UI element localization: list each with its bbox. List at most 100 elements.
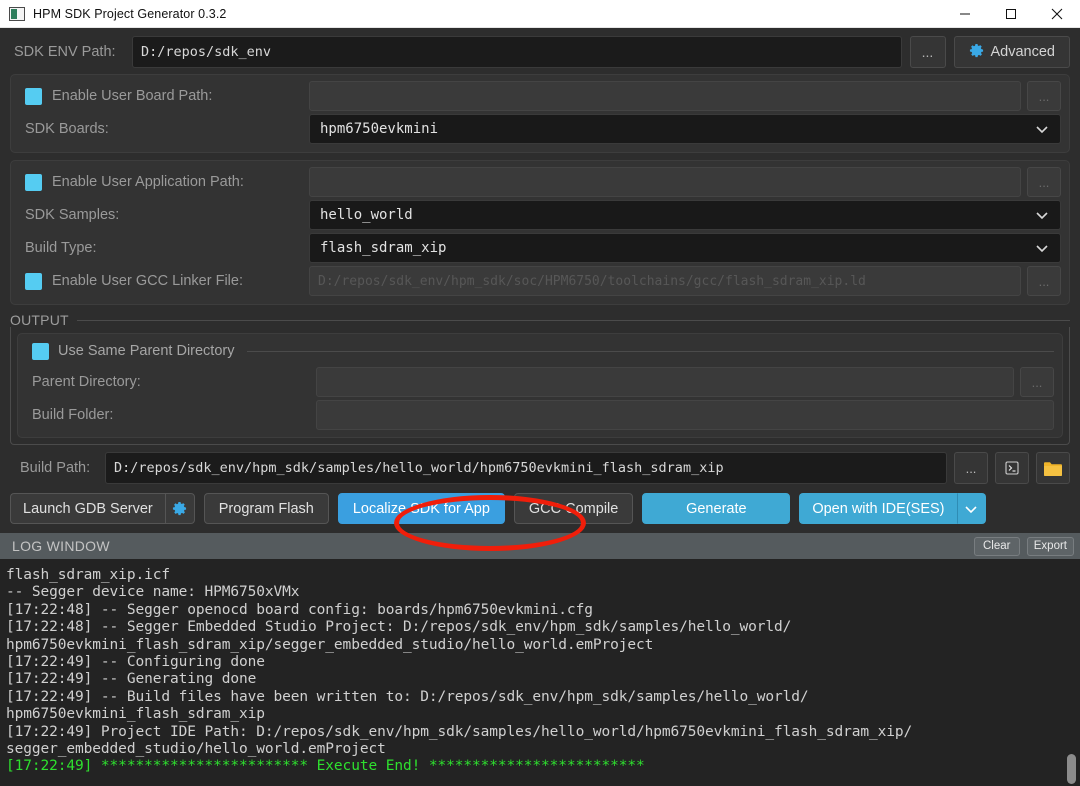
build-type-select[interactable]: flash_sdram_xip — [309, 233, 1061, 263]
launch-gdb-server-button[interactable]: Launch GDB Server — [10, 493, 165, 524]
build-path-label: Build Path: — [20, 460, 91, 476]
sdk-env-path-browse-button[interactable]: ... — [909, 36, 946, 68]
sdk-boards-label: SDK Boards: — [25, 121, 109, 137]
user-application-path-browse-button[interactable]: ... — [1027, 167, 1061, 197]
enable-user-application-path-control: ... — [309, 167, 1061, 197]
build-folder-input[interactable] — [316, 400, 1054, 430]
program-flash-button[interactable]: Program Flash — [203, 493, 329, 524]
log-line: [17:22:48] -- Segger Embedded Studio Pro… — [6, 619, 792, 636]
log-line: [17:22:49] -- Build files have been writ… — [6, 688, 809, 705]
sdk-boards-label-group: SDK Boards: — [19, 121, 309, 137]
log-scrollbar[interactable] — [1066, 559, 1077, 786]
sdk-boards-select[interactable]: hpm6750evkmini — [309, 114, 1061, 144]
build-folder-row: Build Folder: — [26, 400, 1054, 430]
enable-user-gcc-linker-file-label-group[interactable]: Enable User GCC Linker File: — [19, 272, 309, 290]
use-same-parent-directory-label: Use Same Parent Directory — [58, 343, 235, 359]
parent-directory-input[interactable] — [316, 367, 1014, 397]
log-line: hpm6750evkmini_flash_sdram_xip — [6, 706, 265, 723]
enable-user-board-path-checkbox[interactable] — [25, 87, 42, 105]
output-group-divider — [76, 319, 1070, 321]
sdk-samples-label-group: SDK Samples: — [19, 207, 309, 223]
enable-user-application-path-label: Enable User Application Path: — [52, 174, 244, 190]
log-line: hpm6750evkmini_flash_sdram_xip/segger_em… — [6, 636, 654, 653]
build-type-label-group: Build Type: — [19, 240, 309, 256]
log-export-button[interactable]: Export — [1026, 536, 1074, 556]
build-path-row: Build Path: D:/repos/sdk_env/hpm_sdk/sam… — [10, 452, 1070, 484]
window-titlebar: HPM SDK Project Generator 0.3.2 — [0, 0, 1080, 28]
build-folder-control — [316, 400, 1054, 430]
enable-user-application-path-label-group[interactable]: Enable User Application Path: — [19, 173, 309, 191]
enable-user-gcc-linker-file-label: Enable User GCC Linker File: — [52, 273, 243, 289]
sdk-env-path-label: SDK ENV Path: — [14, 44, 116, 60]
log-line: [17:22:48] -- Segger openocd board confi… — [6, 601, 593, 618]
log-window-body[interactable]: ___________ ___________flash_sdram_xip.i… — [0, 559, 1080, 786]
log-line: [17:22:49] Project IDE Path: D:/repos/sd… — [6, 723, 913, 740]
sdk-samples-control: hello_world — [309, 200, 1061, 230]
log-window-header: LOG WINDOW Clear Export — [0, 533, 1080, 559]
minimize-button[interactable] — [942, 0, 988, 28]
gcc-compile-button[interactable]: GCC Compile — [513, 493, 634, 524]
user-gcc-linker-file-browse-button[interactable]: ... — [1027, 266, 1061, 296]
enable-user-gcc-linker-file-row: Enable User GCC Linker File: D:/repos/sd… — [19, 266, 1061, 296]
chevron-down-icon — [1034, 121, 1050, 137]
enable-user-board-path-label: Enable User Board Path: — [52, 88, 213, 104]
enable-user-board-path-control: ... — [309, 81, 1061, 111]
parent-directory-subpanel: Use Same Parent Directory Parent Directo… — [17, 333, 1063, 438]
use-same-parent-directory-checkbox[interactable] — [32, 342, 49, 360]
log-clear-button[interactable]: Clear — [973, 536, 1020, 556]
parent-directory-label: Parent Directory: — [32, 374, 141, 390]
window-title: HPM SDK Project Generator 0.3.2 — [33, 6, 227, 21]
advanced-label: Advanced — [990, 44, 1056, 60]
output-group-title: OUTPUT — [10, 312, 69, 328]
application-group-panel: Enable User Application Path: ... SDK Sa… — [10, 160, 1070, 305]
user-gcc-linker-file-input[interactable]: D:/repos/sdk_env/hpm_sdk/soc/HPM6750/too… — [309, 266, 1021, 296]
build-type-label: Build Type: — [25, 240, 97, 256]
log-line: -- Segger device name: HPM6750xVMx — [6, 584, 300, 601]
enable-user-board-path-row: Enable User Board Path: ... — [19, 81, 1061, 111]
enable-user-application-path-row: Enable User Application Path: ... — [19, 167, 1061, 197]
close-button[interactable] — [1034, 0, 1080, 28]
advanced-button[interactable]: Advanced — [953, 36, 1070, 68]
parent-directory-browse-button[interactable]: ... — [1020, 367, 1054, 397]
open-with-ide-split-button: Open with IDE(SES) — [799, 493, 986, 524]
board-group-panel: Enable User Board Path: ... SDK Boards: … — [10, 74, 1070, 153]
sdk-boards-row: SDK Boards: hpm6750evkmini — [19, 114, 1061, 144]
subpanel-divider — [247, 350, 1054, 352]
sdk-samples-label: SDK Samples: — [25, 207, 120, 223]
log-scrollbar-thumb[interactable] — [1067, 754, 1076, 784]
maximize-button[interactable] — [988, 0, 1034, 28]
user-board-path-input[interactable] — [309, 81, 1021, 111]
localize-sdk-for-app-button[interactable]: Localize SDK for App — [337, 493, 505, 524]
enable-user-gcc-linker-file-checkbox[interactable] — [25, 272, 42, 290]
generate-button[interactable]: Generate — [642, 493, 791, 524]
log-window-title: LOG WINDOW — [12, 538, 110, 554]
open-terminal-button[interactable] — [995, 452, 1029, 484]
use-same-parent-directory-row[interactable]: Use Same Parent Directory — [26, 338, 1054, 364]
open-folder-button[interactable] — [1036, 452, 1070, 484]
build-path-browse-button[interactable]: ... — [954, 452, 988, 484]
sdk-env-path-input[interactable]: D:/repos/sdk_env — [132, 36, 902, 68]
build-type-row: Build Type: flash_sdram_xip — [19, 233, 1061, 263]
sdk-env-path-row: SDK ENV Path: D:/repos/sdk_env ... Advan… — [0, 28, 1080, 74]
build-path-input[interactable]: D:/repos/sdk_env/hpm_sdk/samples/hello_w… — [105, 452, 947, 484]
build-type-value: flash_sdram_xip — [320, 240, 447, 256]
log-line: [17:22:49] ************************ Exec… — [6, 758, 645, 775]
launch-gdb-server-group: Launch GDB Server — [10, 493, 195, 524]
enable-user-board-path-label-group[interactable]: Enable User Board Path: — [19, 87, 309, 105]
log-line: [17:22:49] -- Generating done — [6, 671, 257, 688]
enable-user-gcc-linker-file-control: D:/repos/sdk_env/hpm_sdk/soc/HPM6750/too… — [309, 266, 1061, 296]
app-icon — [9, 6, 25, 21]
user-board-path-browse-button[interactable]: ... — [1027, 81, 1061, 111]
open-with-ide-button[interactable]: Open with IDE(SES) — [799, 493, 958, 524]
parent-directory-row: Parent Directory: ... — [26, 367, 1054, 397]
log-line: [17:22:49] -- Configuring done — [6, 654, 265, 671]
sdk-samples-select[interactable]: hello_world — [309, 200, 1061, 230]
build-folder-label: Build Folder: — [32, 407, 114, 423]
open-with-ide-dropdown-button[interactable] — [957, 493, 986, 524]
enable-user-application-path-checkbox[interactable] — [25, 173, 42, 191]
gdb-settings-button[interactable] — [164, 493, 195, 524]
user-application-path-input[interactable] — [309, 167, 1021, 197]
log-lines-container: ___________ ___________flash_sdram_xip.i… — [6, 561, 1080, 776]
chevron-down-icon — [1034, 207, 1050, 223]
action-button-bar: Launch GDB Server Program Flash Localize… — [10, 493, 1070, 524]
